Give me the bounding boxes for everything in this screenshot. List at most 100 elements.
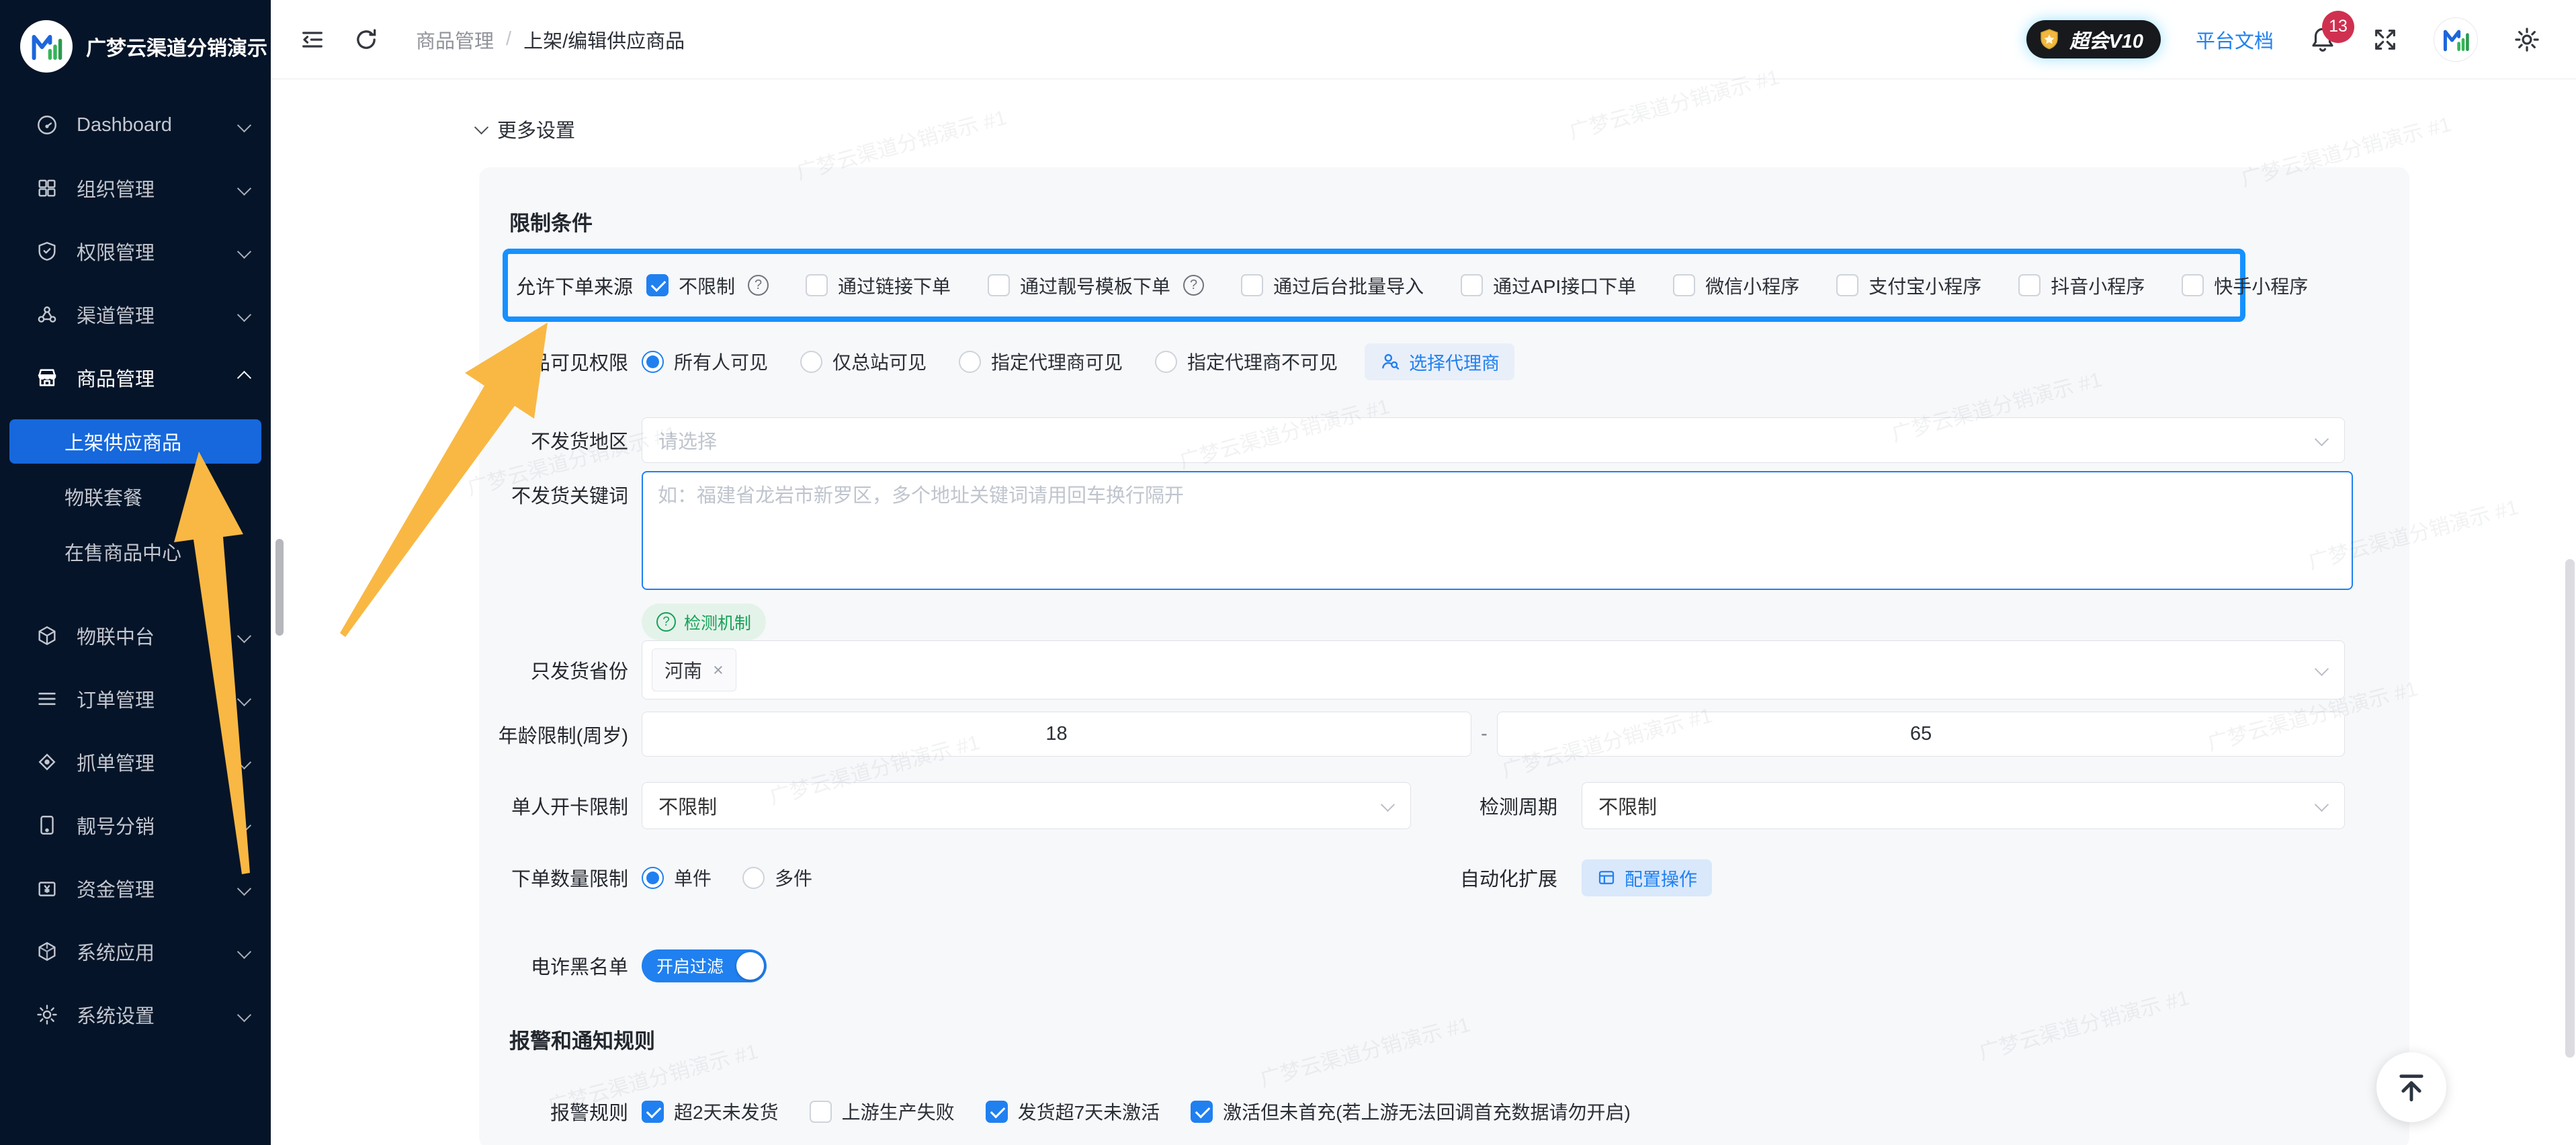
checkbox-icon[interactable] [1673, 274, 1695, 296]
card-limit-select[interactable]: 不限制 [642, 782, 1411, 829]
sidebar-item-pretty-number[interactable]: 靓号分销 [0, 804, 271, 847]
breadcrumb-parent[interactable]: 商品管理 [416, 26, 494, 54]
checkbox-douyin-mini[interactable]: 抖音小程序 [2018, 272, 2145, 299]
sidebar-item-funds[interactable]: 资金管理 [0, 867, 271, 910]
radio-visible-all[interactable]: 所有人可见 [642, 348, 768, 375]
checkbox-checked-icon[interactable] [642, 1101, 664, 1123]
sidebar-item-label: 权限管理 [77, 237, 155, 265]
sidebar-item-channel[interactable]: 渠道管理 [0, 293, 271, 336]
check-cycle-select[interactable]: 不限制 [1582, 782, 2345, 829]
no-ship-area-select[interactable]: 请选择 [642, 417, 2345, 463]
sidebar-item-iot-platform[interactable]: 物联中台 [0, 614, 271, 657]
sidebar-subitem-iot-package[interactable]: 物联套餐 [9, 474, 261, 519]
sidebar-subitem-onsale-center[interactable]: 在售商品中心 [9, 529, 261, 574]
row-fraud-blacklist: 电诈黑名单 开启过滤 [503, 943, 2377, 988]
notifications-button[interactable]: 13 [2309, 26, 2337, 54]
checkbox-via-link[interactable]: 通过链接下单 [806, 272, 951, 299]
refresh-icon[interactable] [353, 26, 380, 53]
check-cycle-group: 检测周期 不限制 [1411, 782, 2345, 829]
checkbox-icon[interactable] [806, 274, 828, 296]
checkbox-kuaishou-mini[interactable]: 快手小程序 [2182, 272, 2308, 299]
radio-icon[interactable] [800, 351, 822, 373]
checkbox-checked-icon[interactable] [1191, 1101, 1213, 1123]
radio-selected-icon[interactable] [642, 867, 664, 889]
chevron-down-icon [237, 628, 251, 642]
sidebar-item-org[interactable]: 组织管理 [0, 167, 271, 210]
sidebar-item-grab-orders[interactable]: 抓单管理 [0, 740, 271, 783]
menu-fold-icon[interactable] [299, 26, 326, 53]
sidebar-scrollbar-thumb[interactable] [275, 539, 284, 636]
help-circle-icon[interactable]: ? [1183, 275, 1204, 296]
checkbox-icon[interactable] [1461, 274, 1483, 296]
checkbox-not-shipped-2days[interactable]: 超2天未发货 [642, 1098, 779, 1125]
radio-invisible-specified-agents[interactable]: 指定代理商不可见 [1155, 348, 1338, 375]
sidebar-item-permission[interactable]: 权限管理 [0, 230, 271, 273]
configure-actions-button[interactable]: 配置操作 [1582, 859, 1712, 896]
sidebar-item-system-settings[interactable]: 系统设置 [0, 993, 271, 1036]
checkbox-icon[interactable] [1241, 274, 1263, 296]
vip-badge[interactable]: 超会V10 [2026, 20, 2161, 58]
toggle-label: 开启过滤 [656, 953, 724, 978]
sidebar-item-system-apps[interactable]: 系统应用 [0, 930, 271, 973]
radio-icon[interactable] [959, 351, 981, 373]
no-ship-keywords-textarea[interactable]: 如：福建省龙岩市新罗区，多个地址关键词请用回车换行隔开 [642, 471, 2353, 590]
chevron-down-icon [2315, 432, 2329, 446]
checkbox-label: 发货超7天未激活 [1018, 1098, 1160, 1125]
settings-panel: 限制条件 允许下单来源 不限制 ? 通过链接下单 通 [479, 167, 2409, 1145]
tag-close-icon[interactable]: × [713, 660, 724, 681]
age-min-input[interactable]: 18 [642, 712, 1471, 757]
gold-shield-icon [2037, 28, 2061, 52]
detection-mechanism-tag[interactable]: ? 检测机制 [642, 603, 766, 640]
radio-single-item[interactable]: 单件 [642, 864, 712, 891]
radio-icon[interactable] [1155, 351, 1177, 373]
ship-province-select[interactable]: 河南 × [642, 640, 2345, 699]
chevron-down-icon [237, 307, 251, 321]
user-avatar[interactable] [2434, 17, 2478, 62]
checkbox-alipay-mini[interactable]: 支付宝小程序 [1836, 272, 1981, 299]
main-scrollbar-thumb[interactable] [2565, 559, 2575, 1058]
chevron-down-icon [474, 120, 488, 134]
help-circle-icon[interactable]: ? [748, 275, 769, 296]
chevron-down-icon [237, 755, 251, 769]
radio-visible-specified-agents[interactable]: 指定代理商可见 [959, 348, 1123, 375]
radio-selected-icon[interactable] [642, 351, 664, 373]
checkbox-not-activated-7days[interactable]: 发货超7天未激活 [986, 1098, 1160, 1125]
checkbox-upstream-failure[interactable]: 上游生产失败 [810, 1098, 955, 1125]
order-source-options: 不限制 ? 通过链接下单 通过靓号模板下单 ? 通过后台批量导入 [646, 272, 2308, 299]
checkbox-icon[interactable] [1836, 274, 1858, 296]
radio-multi-item[interactable]: 多件 [742, 864, 812, 891]
sidebar-item-orders[interactable]: 订单管理 [0, 677, 271, 720]
fullscreen-icon[interactable] [2372, 26, 2399, 53]
radio-visible-hq-only[interactable]: 仅总站可见 [800, 348, 927, 375]
checkbox-checked-icon[interactable] [646, 274, 669, 296]
radio-label: 仅总站可见 [832, 348, 927, 375]
checkbox-checked-icon[interactable] [986, 1101, 1008, 1123]
checkbox-wechat-mini[interactable]: 微信小程序 [1673, 272, 1799, 299]
checkbox-backend-import[interactable]: 通过后台批量导入 [1241, 272, 1424, 299]
checkbox-via-number-template[interactable]: 通过靓号模板下单 ? [988, 272, 1204, 299]
shield-icon [35, 239, 59, 263]
checkbox-label: 支付宝小程序 [1869, 272, 1981, 299]
checkbox-icon[interactable] [810, 1101, 832, 1123]
sidebar-item-goods[interactable]: 商品管理 [0, 356, 271, 399]
checkbox-unrestricted[interactable]: 不限制 ? [646, 272, 769, 299]
automation-group: 自动化扩展 配置操作 [1411, 859, 1712, 896]
back-to-top-button[interactable] [2376, 1052, 2446, 1122]
checkbox-icon[interactable] [2182, 274, 2204, 296]
sidebar-item-dashboard[interactable]: Dashboard [0, 103, 271, 146]
age-max-input[interactable]: 65 [1497, 712, 2345, 757]
store-icon [35, 366, 59, 390]
platform-docs-link[interactable]: 平台文档 [2196, 26, 2274, 54]
radio-icon[interactable] [742, 867, 765, 889]
more-settings-toggle[interactable]: 更多设置 [476, 115, 575, 143]
select-agent-button[interactable]: 选择代理商 [1365, 343, 1514, 380]
fraud-filter-toggle[interactable]: 开启过滤 [642, 949, 767, 982]
checkbox-icon[interactable] [2018, 274, 2041, 296]
checkbox-activated-no-recharge[interactable]: 激活但未首充(若上游无法回调首充数据请勿开启) [1191, 1098, 1631, 1125]
checkbox-icon[interactable] [988, 274, 1010, 296]
settings-gear-icon[interactable] [2513, 26, 2541, 54]
checkbox-api-order[interactable]: 通过API接口下单 [1461, 272, 1636, 299]
sidebar-subitem-listed-supply-goods[interactable]: 上架供应商品 [9, 419, 261, 464]
breadcrumb-current: 上架/编辑供应商品 [523, 26, 685, 54]
field-label-visibility: 商品可见权限 [503, 347, 628, 376]
